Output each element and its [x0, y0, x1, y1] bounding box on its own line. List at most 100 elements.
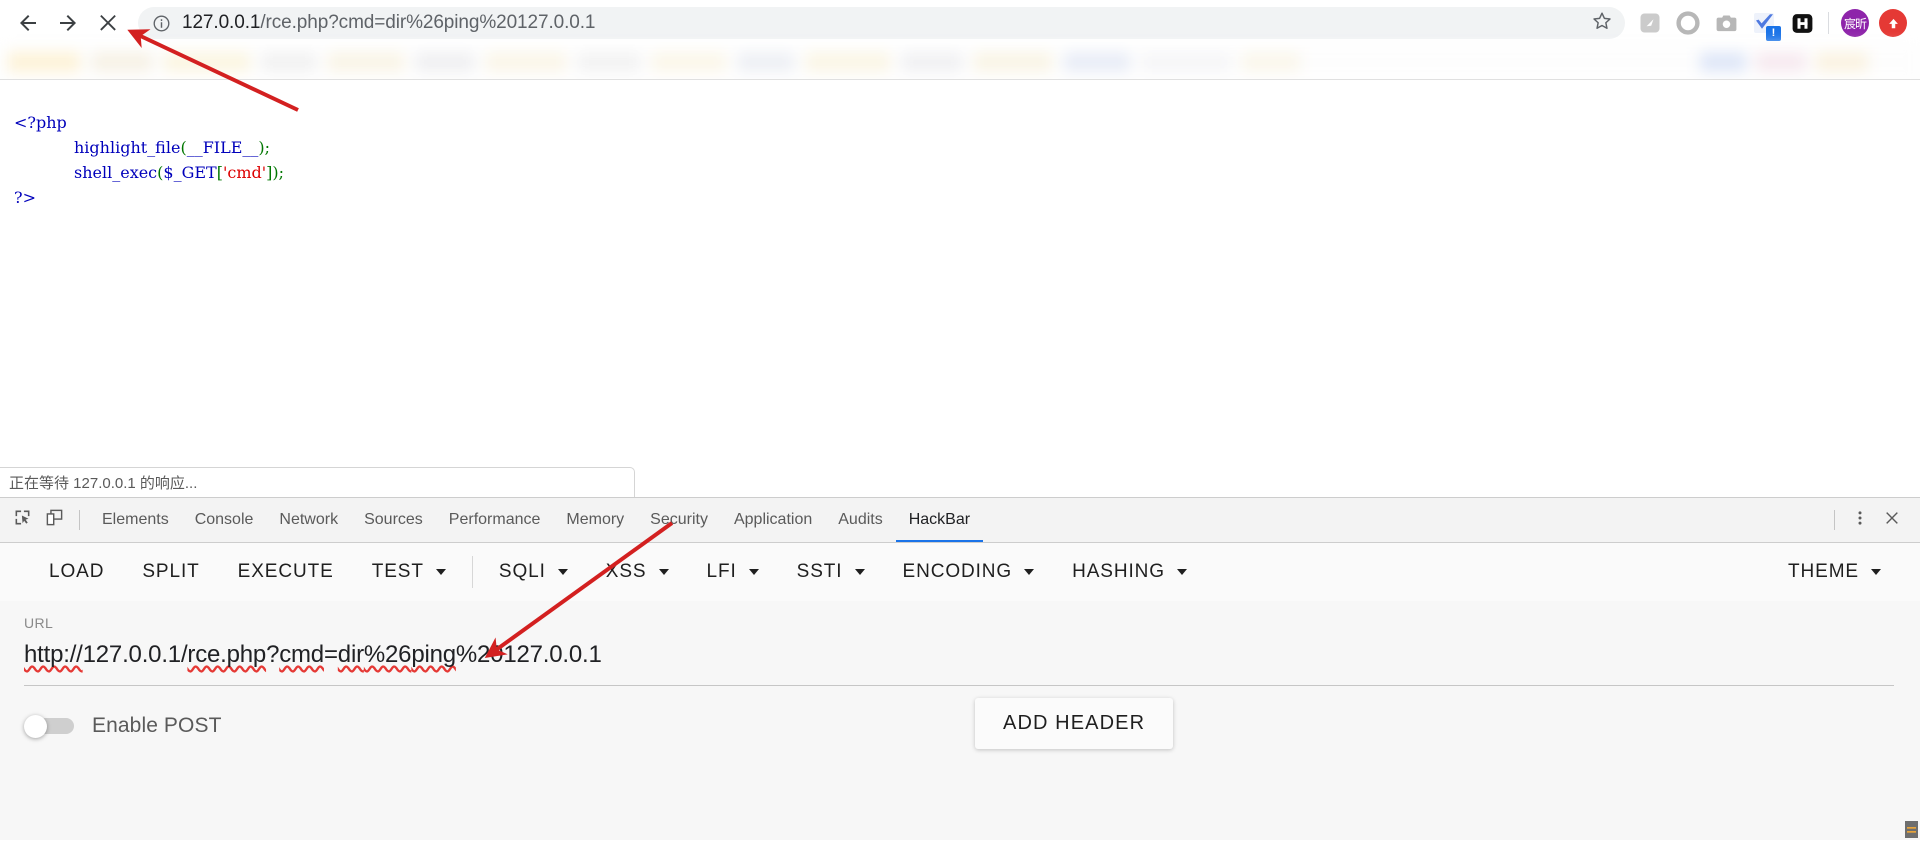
bookmark-item[interactable]	[1816, 52, 1868, 72]
hackbar-toolbar-divider	[471, 556, 473, 588]
devtools-tab-label: Application	[733, 511, 813, 528]
extension-icons: ! 宸昕	[1631, 4, 1912, 42]
url-token: ping	[411, 641, 456, 668]
arrow-left-icon	[16, 11, 40, 35]
browser-toolbar: 127.0.0.1/rce.php?cmd=dir%26ping%20127.0…	[0, 0, 1920, 46]
address-bar[interactable]: 127.0.0.1/rce.php?cmd=dir%26ping%20127.0…	[138, 7, 1625, 39]
bookmark-item[interactable]	[1700, 52, 1746, 72]
avatar[interactable]: 宸昕	[1836, 4, 1874, 42]
devtools-tab-console[interactable]: Console	[182, 498, 267, 542]
extension-badge: !	[1766, 26, 1781, 41]
devtools-resize-grip[interactable]	[1905, 821, 1918, 838]
devtools-tab-label: Network	[279, 511, 339, 528]
chevron-down-icon	[748, 569, 759, 575]
hackbar-panel: LOAD SPLIT EXECUTE TEST SQLI XSS LFI SSTI ENCODI…	[0, 543, 1920, 840]
note-extension-icon[interactable]	[1631, 4, 1669, 42]
hackbar-ssti-button[interactable]: SSTI	[778, 552, 884, 592]
devtools-tab-application[interactable]: Application	[721, 498, 825, 542]
bookmark-item[interactable]	[416, 52, 474, 72]
bookmark-item[interactable]	[328, 52, 404, 72]
devtools-tab-label: Audits	[838, 511, 883, 528]
enable-post-toggle[interactable]	[24, 715, 76, 738]
url-token: %20127.0.0.1	[455, 641, 602, 668]
devtools-tab-performance[interactable]: Performance	[436, 498, 554, 542]
code-token: __FILE__	[186, 138, 259, 157]
url-token: cmd	[279, 641, 324, 668]
url-token: 127.0.0.1	[82, 641, 181, 668]
hackbar-h-icon[interactable]	[1783, 4, 1821, 42]
hackbar-button-label: LOAD	[49, 561, 105, 582]
hackbar-button-label: SSTI	[796, 561, 843, 582]
devtools-tab-elements[interactable]: Elements	[89, 498, 182, 542]
devtools-tab-memory[interactable]: Memory	[553, 498, 637, 542]
info-circle-icon[interactable]	[152, 14, 171, 33]
hackbar-button-label: LFI	[706, 561, 737, 582]
code-token: highlight_file	[74, 138, 181, 157]
hackbar-sqli-button[interactable]: SQLI	[480, 552, 587, 592]
devtools-tab-network[interactable]: Network	[266, 498, 351, 542]
bookmark-item[interactable]	[578, 52, 640, 72]
bookmark-item[interactable]	[92, 52, 152, 72]
url-input[interactable]: http://127.0.0.1/rce.php?cmd=dir%26ping%…	[24, 641, 1896, 679]
hackbar-xss-button[interactable]: XSS	[587, 552, 688, 592]
devtools-toolbar-divider	[79, 510, 80, 530]
hackbar-split-button[interactable]: SPLIT	[123, 552, 218, 592]
code-token: <?php	[14, 113, 67, 132]
devtools-tab-label: HackBar	[908, 511, 971, 528]
devtools-tab-sources[interactable]: Sources	[351, 498, 436, 542]
kebab-menu-icon	[1851, 509, 1869, 532]
bookmark-item[interactable]	[164, 52, 250, 72]
code-line: highlight_file(__FILE__);	[14, 135, 284, 160]
status-text: 正在等待 127.0.0.1 的响应...	[9, 475, 198, 492]
code-token: ;	[264, 138, 271, 157]
inspect-element-icon	[13, 508, 32, 532]
hackbar-hashing-button[interactable]: HASHING	[1053, 552, 1206, 592]
bookmark-item[interactable]	[806, 52, 890, 72]
circle-extension-icon[interactable]	[1669, 4, 1707, 42]
url-token: =	[323, 641, 338, 668]
hackbar-execute-button[interactable]: EXECUTE	[219, 552, 353, 592]
add-header-button[interactable]: ADD HEADER	[975, 698, 1174, 749]
devtools-tab-label: Console	[194, 511, 254, 528]
bookmark-item[interactable]	[1064, 52, 1130, 72]
bookmarks-bar[interactable]	[0, 46, 1920, 79]
address-bar-path: /rce.php?cmd=dir%26ping%20127.0.0.1	[260, 12, 596, 33]
back-button[interactable]	[8, 3, 48, 43]
devtools-tabbar-actions	[1825, 504, 1920, 536]
bookmark-item[interactable]	[1242, 52, 1300, 72]
url-token: http://	[24, 641, 83, 668]
devtools-close-button[interactable]	[1876, 504, 1908, 536]
theme-button[interactable]: THEME	[1769, 552, 1900, 592]
bookmark-item[interactable]	[974, 52, 1052, 72]
devtools-more-button[interactable]	[1844, 504, 1876, 536]
device-toolbar-button[interactable]	[38, 504, 70, 536]
inspect-element-button[interactable]	[6, 504, 38, 536]
devtools-tab-audits[interactable]: Audits	[825, 498, 895, 542]
hackbar-button-label: SPLIT	[142, 561, 200, 582]
bookmark-item[interactable]	[1756, 52, 1806, 72]
red-upload-icon[interactable]	[1874, 4, 1912, 42]
bookmark-item[interactable]	[1142, 52, 1230, 72]
bookmark-item[interactable]	[8, 52, 80, 72]
bookmark-item[interactable]	[262, 52, 316, 72]
devtools-tab-label: Security	[650, 511, 708, 528]
code-line: <?php	[14, 110, 284, 135]
bookmark-item[interactable]	[652, 52, 726, 72]
stop-loading-button[interactable]	[88, 3, 128, 43]
bookmark-item[interactable]	[738, 52, 794, 72]
hackbar-load-button[interactable]: LOAD	[30, 552, 123, 592]
star-outline-icon	[1591, 10, 1613, 37]
url-token: rce.php	[187, 641, 267, 668]
hackbar-encoding-button[interactable]: ENCODING	[884, 552, 1054, 592]
bookmark-item[interactable]	[902, 52, 962, 72]
hackbar-lfi-button[interactable]: LFI	[688, 552, 778, 592]
hackbar-test-button[interactable]: TEST	[353, 552, 465, 592]
bookmark-star-button[interactable]	[1589, 10, 1615, 36]
devtools-tab-security[interactable]: Security	[637, 498, 721, 542]
devtools-tab-hackbar[interactable]: HackBar	[896, 498, 983, 542]
check-blue-extension-icon[interactable]: !	[1745, 4, 1783, 42]
screenshot-camera-icon[interactable]	[1707, 4, 1745, 42]
forward-button[interactable]	[48, 3, 88, 43]
hackbar-url-section: URL http://127.0.0.1/rce.php?cmd=dir%26p…	[0, 601, 1920, 686]
bookmark-item[interactable]	[486, 52, 566, 72]
